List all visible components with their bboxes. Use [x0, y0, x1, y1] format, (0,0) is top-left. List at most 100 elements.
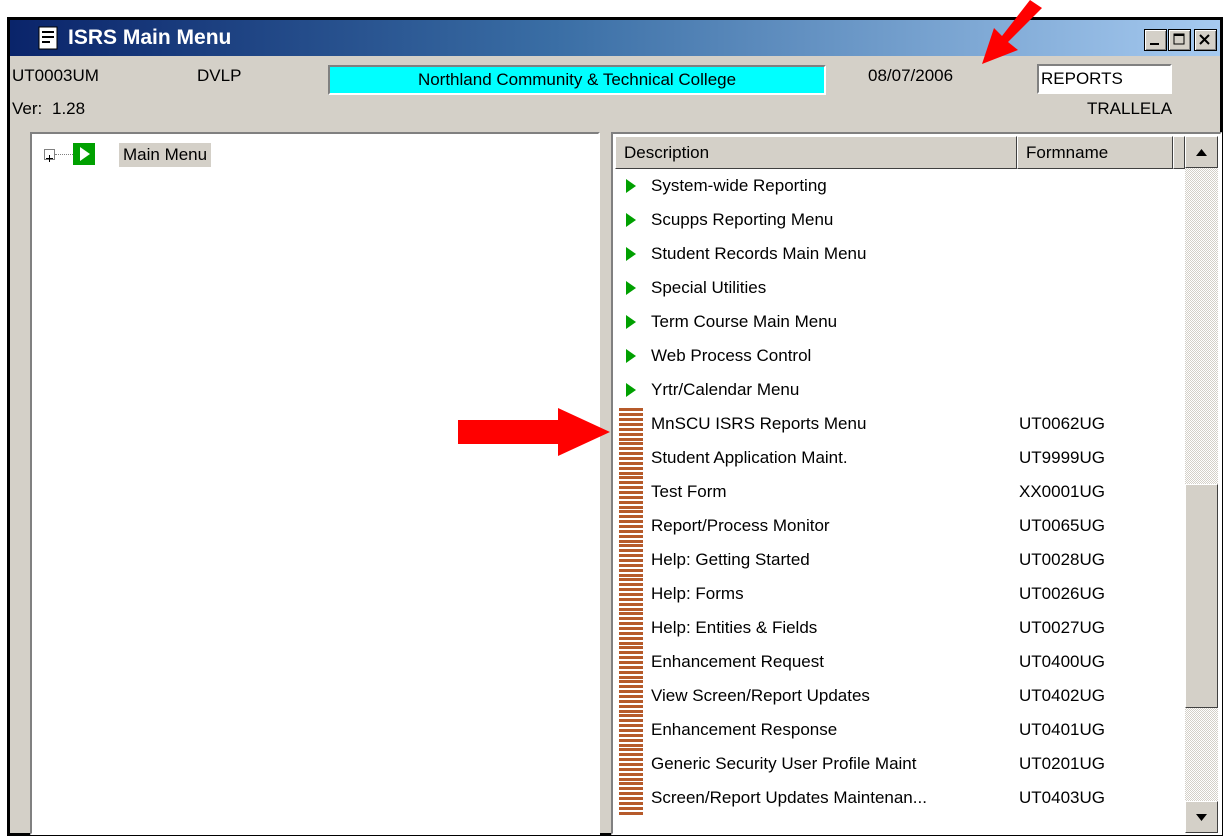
- list-item[interactable]: Yrtr/Calendar Menu: [613, 374, 1183, 408]
- column-header-filler: [1173, 136, 1185, 169]
- list-item-description: Enhancement Request: [651, 652, 824, 671]
- list-item-description: Help: Entities & Fields: [651, 618, 818, 637]
- list-item[interactable]: Web Process Control: [613, 340, 1183, 374]
- arrow-up-icon: [1196, 149, 1207, 156]
- list-item-description: Special Utilities: [651, 278, 767, 297]
- plus-icon: [46, 155, 53, 162]
- form-stack-icon: [619, 510, 643, 544]
- close-button[interactable]: [1194, 29, 1217, 51]
- form-stack-icon: [619, 442, 643, 476]
- list-item-description: Student Application Maint.: [651, 448, 848, 467]
- form-stack-icon: [619, 748, 643, 782]
- list-item[interactable]: Scupps Reporting Menu: [613, 204, 1183, 238]
- form-stack-icon: [619, 544, 643, 578]
- list-item-description: Scupps Reporting Menu: [651, 210, 834, 229]
- close-icon: [1199, 34, 1210, 45]
- menu-items-list[interactable]: Description Formname System-wide Reporti…: [611, 132, 1222, 835]
- green-arrow-icon: [626, 315, 636, 329]
- green-arrow-icon: [626, 349, 636, 363]
- list-item-description: Web Process Control: [651, 346, 812, 365]
- list-item-description: System-wide Reporting: [651, 176, 827, 195]
- list-item[interactable]: Screen/Report Updates Maintenan... UT0403…: [613, 782, 1183, 816]
- scroll-thumb[interactable]: [1185, 484, 1218, 708]
- list-item[interactable]: Enhancement Request UT0400UG: [613, 646, 1183, 680]
- list-item-description: Enhancement Response: [651, 720, 838, 739]
- green-arrow-icon: [626, 383, 636, 397]
- column-header-formname[interactable]: Formname: [1017, 136, 1173, 169]
- list-item-formname: XX0001UG: [1019, 482, 1105, 501]
- window-title: ISRS Main Menu: [68, 26, 232, 49]
- list-item-formname: UT0065UG: [1019, 516, 1105, 535]
- list-item[interactable]: View Screen/Report Updates UT0402UG: [613, 680, 1183, 714]
- list-item-description: Generic Security User Profile Maint: [651, 754, 917, 773]
- list-rows: System-wide Reporting Scupps Reporting Me…: [613, 170, 1183, 816]
- annotation-arrow-search-icon: [982, 0, 1042, 64]
- green-arrow-icon: [626, 179, 636, 193]
- form-stack-icon: [619, 578, 643, 612]
- list-item[interactable]: Help: Getting Started UT0028UG: [613, 544, 1183, 578]
- list-item-description: Help: Getting Started: [651, 550, 810, 569]
- list-item-description: Term Course Main Menu: [651, 312, 838, 331]
- tree-connector: [55, 154, 73, 155]
- list-item-description: Test Form: [651, 482, 727, 501]
- list-item-description: Student Records Main Menu: [651, 244, 867, 263]
- menu-tree-panel[interactable]: Main Menu: [30, 132, 600, 835]
- menu-arrow-icon: [73, 143, 95, 165]
- list-item[interactable]: Help: Entities & Fields UT0027UG: [613, 612, 1183, 646]
- annotation-arrow-reports-icon: [458, 408, 610, 456]
- user-id: TRALLELA: [1087, 99, 1173, 118]
- expand-icon[interactable]: [44, 149, 55, 162]
- form-id: UT0003UM: [12, 66, 99, 85]
- form-stack-icon: [619, 646, 643, 680]
- list-item[interactable]: Special Utilities: [613, 272, 1183, 306]
- list-item-formname: UT0402UG: [1019, 686, 1105, 705]
- form-stack-icon: [619, 782, 643, 816]
- minimize-button[interactable]: [1144, 29, 1167, 51]
- list-item-description: MnSCU ISRS Reports Menu: [651, 414, 867, 433]
- list-item-formname: UT0028UG: [1019, 550, 1105, 569]
- arrow-down-icon: [1196, 814, 1207, 821]
- list-item-formname: UT0062UG: [1019, 414, 1105, 433]
- list-item-description: Help: Forms: [651, 584, 744, 603]
- form-stack-icon: [619, 680, 643, 714]
- list-item-formname: UT0401UG: [1019, 720, 1105, 739]
- scroll-down-button[interactable]: [1185, 801, 1218, 833]
- list-item-description: View Screen/Report Updates: [651, 686, 870, 705]
- list-item[interactable]: Enhancement Response UT0401UG: [613, 714, 1183, 748]
- list-item[interactable]: Student Application Maint. UT9999UG: [613, 442, 1183, 476]
- scroll-up-button[interactable]: [1185, 136, 1218, 168]
- minimize-icon: [1150, 43, 1159, 45]
- list-item[interactable]: Test Form XX0001UG: [613, 476, 1183, 510]
- version-label: Ver:: [12, 99, 43, 118]
- document-icon: [38, 26, 58, 50]
- list-item-description: Screen/Report Updates Maintenan...: [651, 788, 927, 807]
- list-item[interactable]: Student Records Main Menu: [613, 238, 1183, 272]
- maximize-icon: [1173, 33, 1185, 45]
- tree-item-main-menu[interactable]: Main Menu: [119, 143, 212, 167]
- maximize-button[interactable]: [1168, 29, 1191, 51]
- list-item[interactable]: MnSCU ISRS Reports Menu UT0062UG: [613, 408, 1183, 442]
- version-number: 1.28: [52, 99, 86, 118]
- green-arrow-icon: [626, 281, 636, 295]
- form-stack-icon: [619, 714, 643, 748]
- list-item-formname: UT9999UG: [1019, 448, 1105, 467]
- list-item-formname: UT0026UG: [1019, 584, 1105, 603]
- vertical-scrollbar[interactable]: [1185, 136, 1218, 833]
- list-item-formname: UT0201UG: [1019, 754, 1105, 773]
- form-stack-icon: [619, 612, 643, 646]
- green-arrow-icon: [626, 213, 636, 227]
- list-item[interactable]: Help: Forms UT0026UG: [613, 578, 1183, 612]
- green-arrow-icon: [626, 247, 636, 261]
- list-item[interactable]: Term Course Main Menu: [613, 306, 1183, 340]
- list-item-formname: UT0027UG: [1019, 618, 1105, 637]
- list-item-formname: UT0403UG: [1019, 788, 1105, 807]
- list-item[interactable]: Report/Process Monitor UT0065UG: [613, 510, 1183, 544]
- current-date: 08/07/2006: [868, 66, 954, 85]
- list-item-formname: UT0400UG: [1019, 652, 1105, 671]
- column-header-description[interactable]: Description: [615, 136, 1017, 169]
- list-item[interactable]: Generic Security User Profile Maint UT020…: [613, 748, 1183, 782]
- list-item-description: Yrtr/Calendar Menu: [651, 380, 800, 399]
- environment-label: DVLP: [197, 66, 242, 85]
- list-item[interactable]: System-wide Reporting: [613, 170, 1183, 204]
- list-item-description: Report/Process Monitor: [651, 516, 830, 535]
